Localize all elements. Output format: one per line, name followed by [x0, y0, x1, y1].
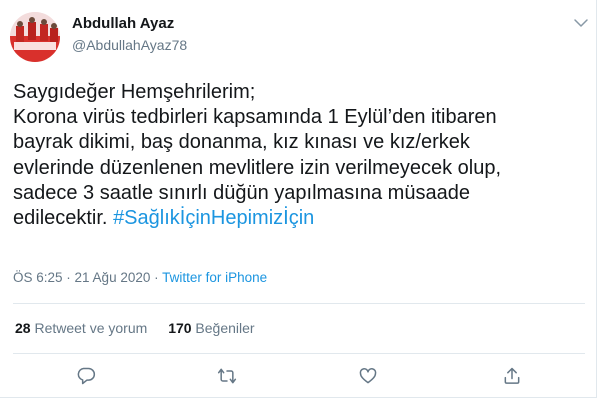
likes-label: Beğeniler — [191, 320, 255, 336]
retweets-stat[interactable]: 28 Retweet ve yorum — [15, 320, 147, 336]
tweet-line: sadece 3 saatle sınırlı düğün yapılmasın… — [13, 181, 470, 204]
share-icon[interactable] — [502, 366, 522, 386]
reply-icon[interactable] — [76, 366, 96, 386]
likes-count: 170 — [168, 320, 192, 336]
retweets-count: 28 — [15, 320, 31, 336]
avatar[interactable] — [10, 12, 60, 62]
author-display-name[interactable]: Abdullah Ayaz — [72, 15, 187, 33]
meta-separator: · — [150, 270, 163, 285]
tweet-header: Abdullah Ayaz @AbdullahAyaz78 — [10, 12, 590, 62]
tweet-line-text: edilecektir. — [13, 207, 114, 230]
tweet-stats: 28 Retweet ve yorum 170 Beğeniler — [15, 320, 272, 336]
retweet-icon[interactable] — [217, 366, 237, 386]
meta-separator: · — [62, 270, 75, 285]
tweet-line: bayrak dikimi, baş donanma, kız kınası v… — [13, 131, 470, 154]
heart-icon[interactable] — [358, 366, 378, 386]
tweet-text: Saygıdeğer Hemşehrilerim; Korona virüs t… — [13, 80, 588, 231]
tweet-line: Korona virüs tedbirleri kapsamında 1 Eyl… — [13, 106, 497, 129]
chevron-down-icon[interactable] — [572, 14, 590, 32]
retweets-label: Retweet ve yorum — [30, 320, 148, 336]
tweet-line: Saygıdeğer Hemşehrilerim; — [13, 81, 256, 103]
tweet-line: evlerinde düzenlenen mevlitlere izin ver… — [13, 156, 502, 179]
divider — [13, 353, 585, 354]
tweet-line-last: edilecektir. #SağlıkİçinHepimizİçin — [13, 206, 588, 231]
tweet-time[interactable]: ÖS 6:25 — [13, 270, 63, 285]
avatar-image — [10, 12, 60, 62]
divider — [13, 303, 585, 304]
tweet-meta: ÖS 6:25 · 21 Ağu 2020 · Twitter for iPho… — [13, 270, 267, 285]
tweet-date[interactable]: 21 Ağu 2020 — [75, 270, 151, 285]
tweet-actions — [0, 366, 597, 390]
author-names: Abdullah Ayaz @AbdullahAyaz78 — [72, 15, 187, 54]
tweet-card: Abdullah Ayaz @AbdullahAyaz78 Saygıdeğer… — [0, 0, 597, 398]
author-handle[interactable]: @AbdullahAyaz78 — [72, 36, 187, 54]
tweet-source-link[interactable]: Twitter for iPhone — [162, 270, 267, 285]
likes-stat[interactable]: 170 Beğeniler — [168, 320, 254, 336]
hashtag-link[interactable]: #SağlıkİçinHepimizİçin — [113, 207, 314, 229]
